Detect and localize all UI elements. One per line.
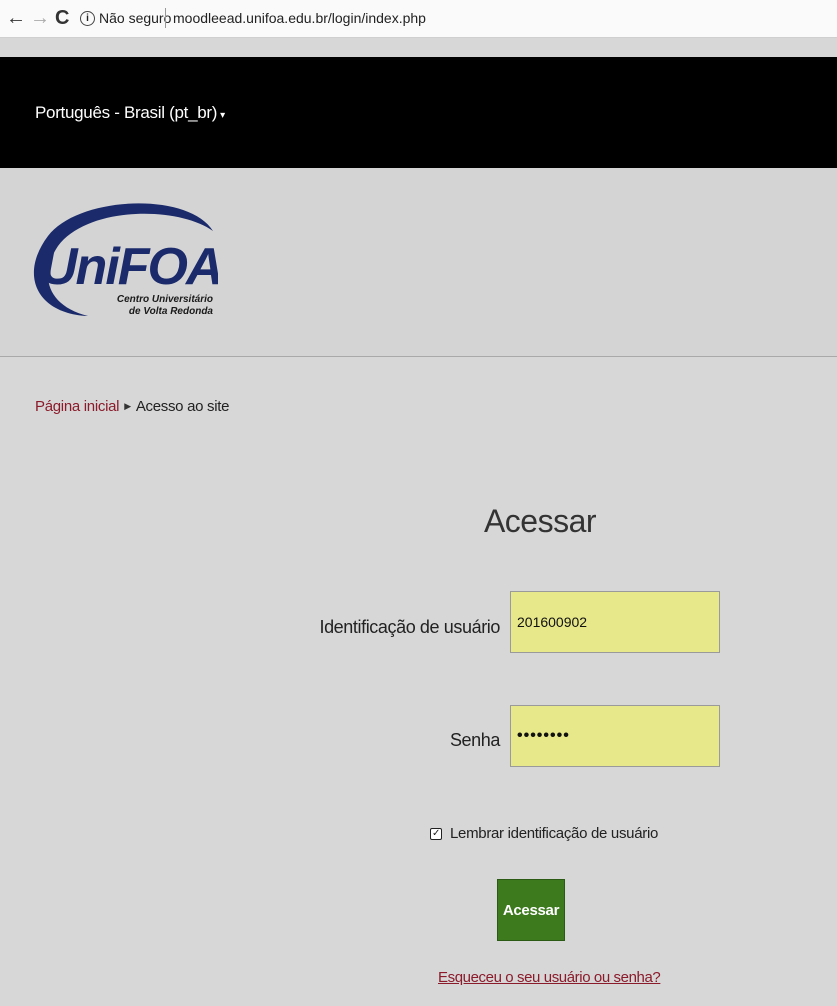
username-label: Identificação de usuário (319, 617, 500, 637)
site-header: UniFOA Centro Universitário de Volta Red… (0, 168, 837, 357)
info-icon: i (80, 10, 95, 26)
logo-subtitle-line1: Centro Universitário (117, 294, 213, 305)
username-input[interactable]: 201600902 (510, 591, 720, 653)
logo-wordmark: UniFOA (40, 238, 218, 296)
forward-arrow-icon[interactable]: → (30, 7, 50, 29)
site-topbar: Português - Brasil (pt_br) ▾ (0, 57, 837, 168)
url-field[interactable]: moodleead.unifoa.edu.br/login/index.php (173, 10, 426, 26)
forgot-password-link[interactable]: Esqueceu o seu usuário ou senha? (438, 969, 661, 986)
language-label: Português - Brasil (pt_br) (35, 103, 218, 122)
remember-checkbox[interactable]: ✓ (430, 827, 442, 840)
logo-subtitle-line2: de Volta Redonda (129, 306, 214, 317)
chevron-down-icon: ▾ (220, 110, 225, 121)
breadcrumb-home-link[interactable]: Página inicial (35, 398, 120, 415)
language-selector[interactable]: Português - Brasil (pt_br) ▾ (35, 103, 225, 123)
reload-icon[interactable]: C (55, 7, 69, 29)
address-divider (165, 8, 166, 28)
login-title: Acessar (483, 503, 597, 539)
browser-address-bar: ← → C i Não seguro moodleead.unifoa.edu.… (0, 0, 837, 38)
security-indicator[interactable]: i Não seguro (80, 10, 171, 26)
back-arrow-icon[interactable]: ← (6, 7, 26, 29)
remember-username[interactable]: ✓ Lembrar identificação de usuário (430, 825, 658, 842)
password-label: Senha (449, 730, 500, 750)
password-input[interactable]: •••••••• (510, 705, 720, 767)
breadcrumb: Página inicial ▶ Acesso ao site (35, 398, 229, 415)
unifoa-logo[interactable]: UniFOA Centro Universitário de Volta Red… (18, 196, 218, 326)
login-submit-button[interactable]: Acessar (497, 879, 565, 941)
breadcrumb-arrow-icon: ▶ (124, 401, 131, 411)
breadcrumb-current: Acesso ao site (135, 398, 230, 415)
remember-label: Lembrar identificação de usuário (450, 825, 659, 842)
security-label: Não seguro (99, 10, 172, 26)
